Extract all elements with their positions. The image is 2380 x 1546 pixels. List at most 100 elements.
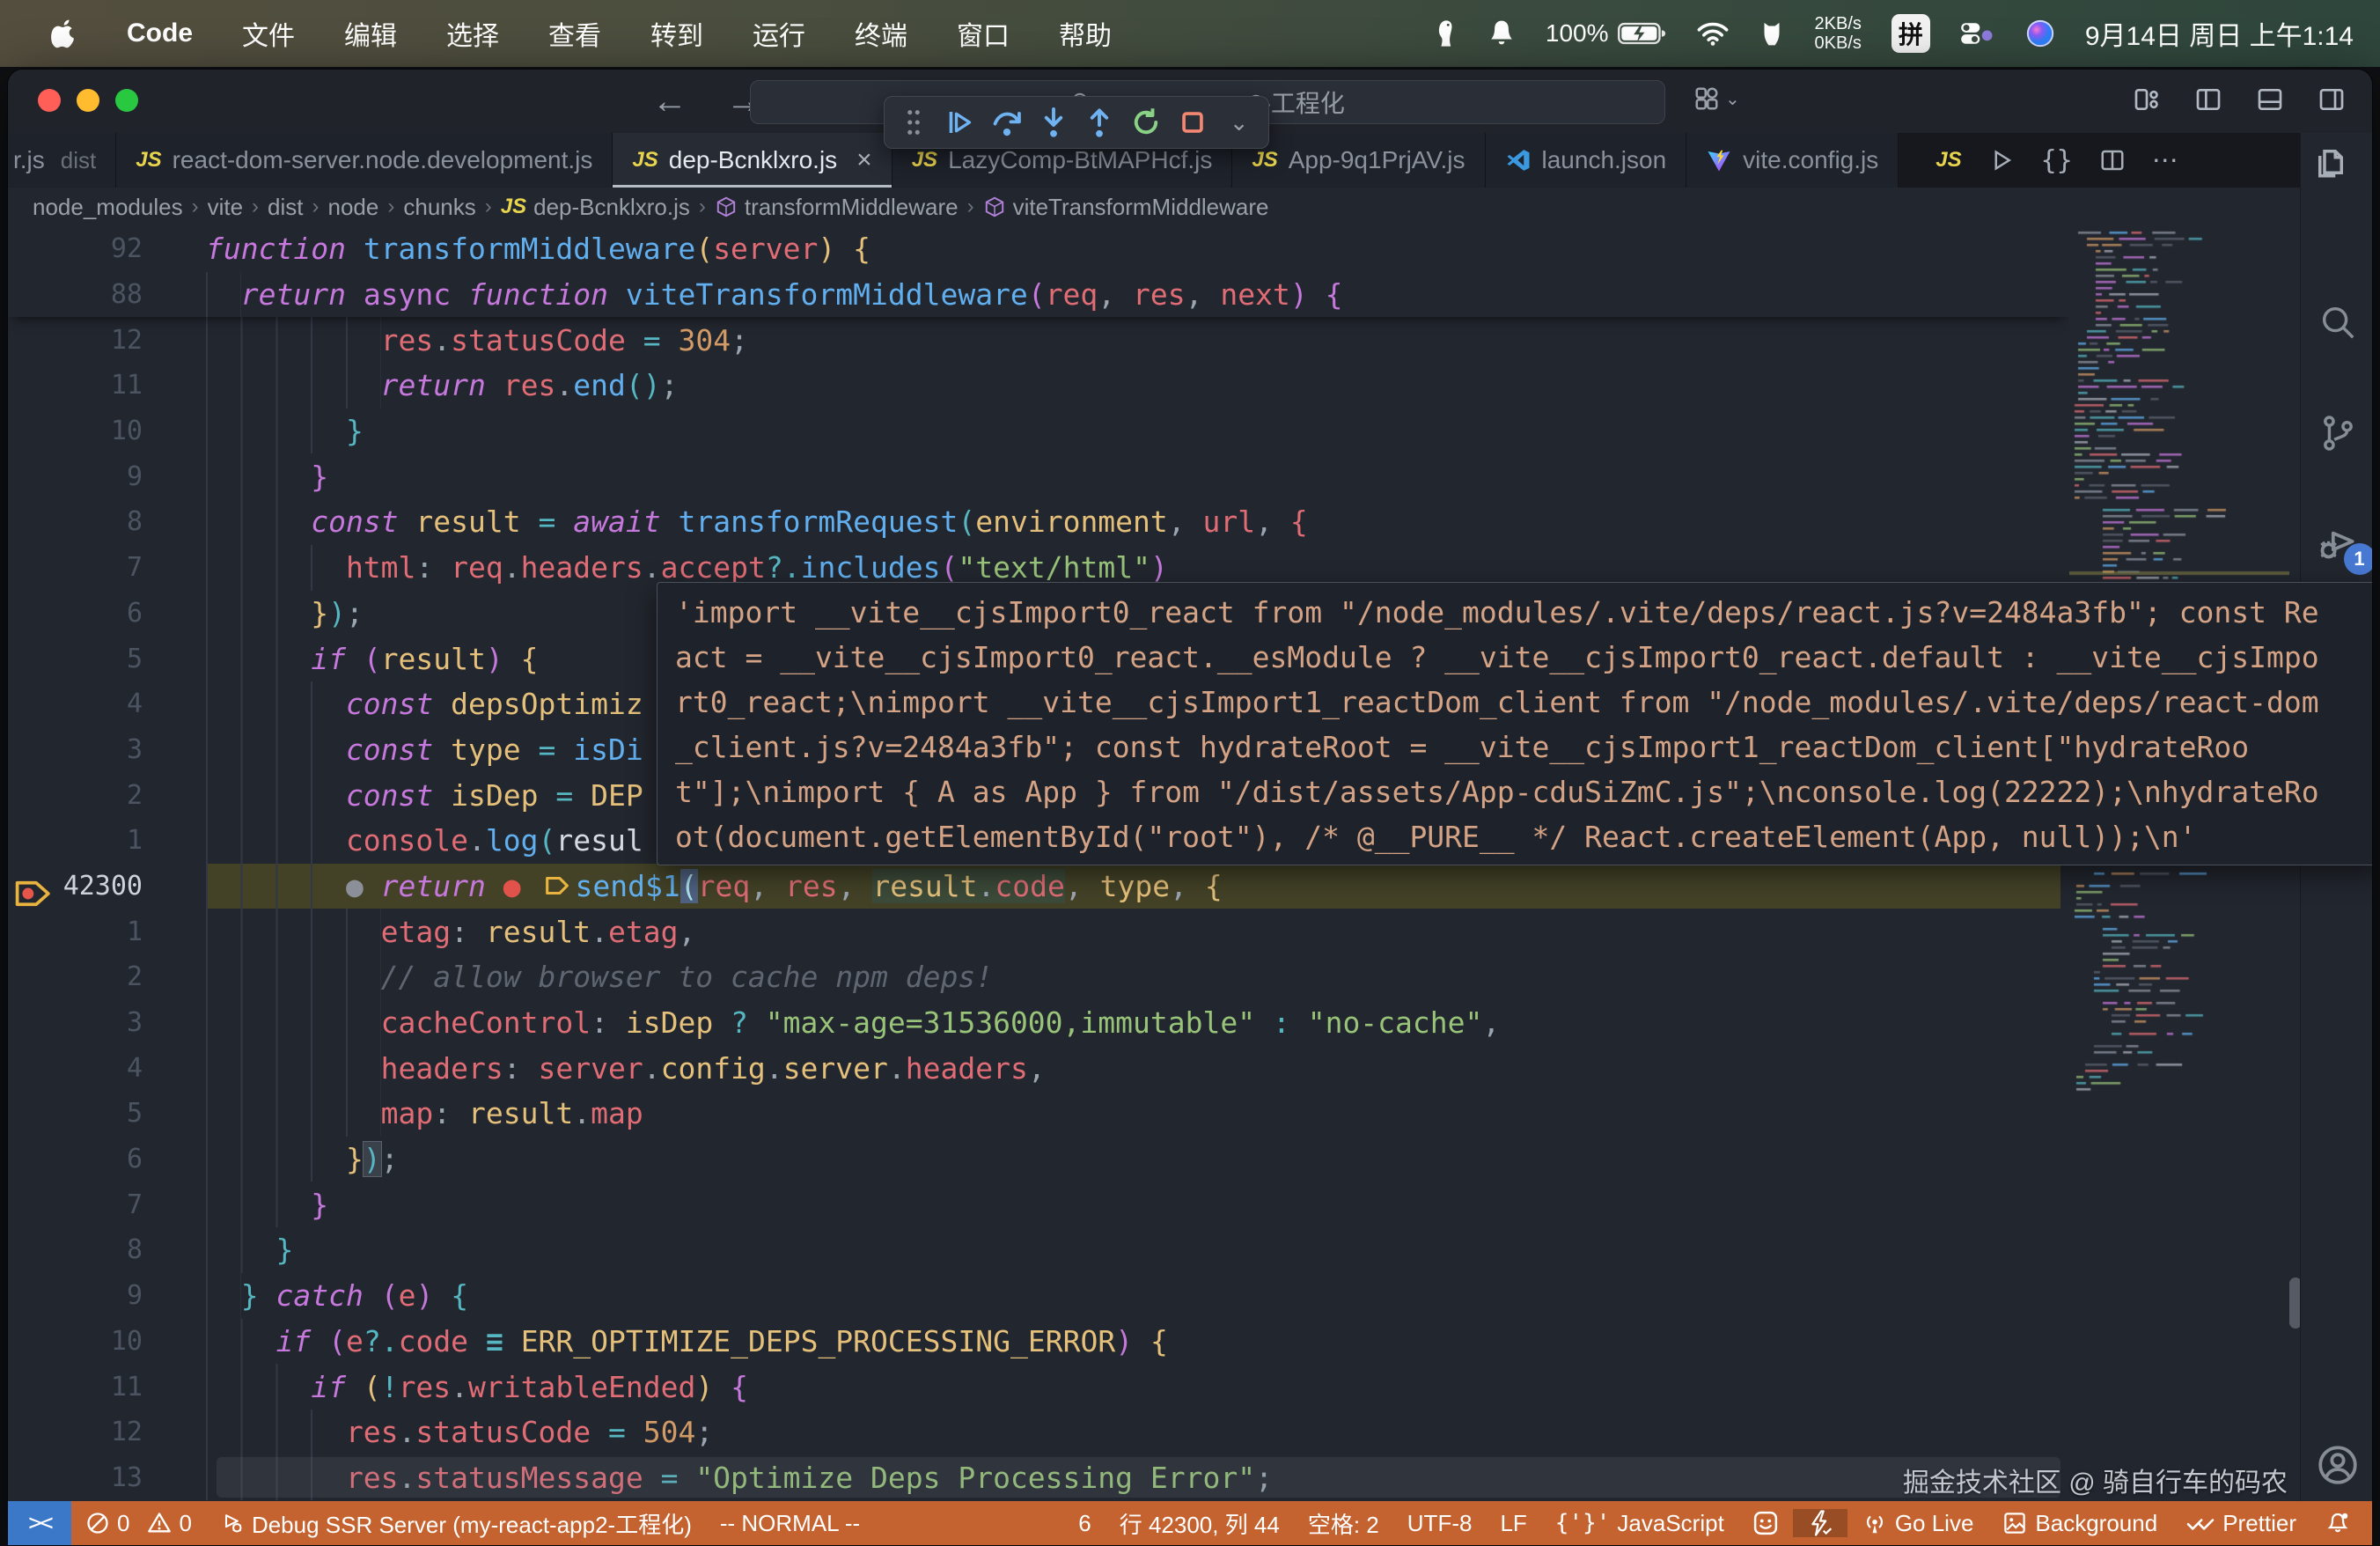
breadcrumb-item-vite[interactable]: vite — [208, 194, 243, 221]
copy-pages-icon[interactable] — [2312, 142, 2349, 182]
code-line[interactable]: 5map: result.map — [8, 1091, 2060, 1137]
remote-indicator[interactable]: >< — [8, 1501, 71, 1545]
cursor-position[interactable]: 行 42300, 列 44 — [1106, 1507, 1294, 1540]
tab-react-dom-server.node.development.js[interactable]: JSreact-dom-server.node.development.js — [116, 133, 613, 188]
line-number[interactable]: 8 — [8, 506, 206, 537]
indentation-indicator[interactable]: 空格: 2 — [1294, 1507, 1393, 1540]
menu-app-name[interactable]: Code — [106, 0, 214, 67]
line-number[interactable]: 12 — [8, 1417, 206, 1447]
siri-icon[interactable] — [2025, 18, 2055, 48]
feedback-smiley[interactable] — [1738, 1510, 1793, 1536]
go-live-status[interactable]: Go Live — [1847, 1510, 1988, 1537]
problems-status[interactable]: 0 0 — [71, 1510, 206, 1537]
wifi-icon[interactable] — [1697, 20, 1729, 47]
toggle-panel-icon[interactable] — [2256, 85, 2284, 114]
background-extension-status[interactable]: Background — [1987, 1510, 2171, 1537]
code-line[interactable]: 11if (!res.writableEnded) { — [8, 1364, 2060, 1410]
drag-handle[interactable] — [895, 101, 933, 144]
line-number[interactable]: 6 — [8, 598, 206, 629]
tab-App-9q1PrjAV.js[interactable]: JSApp-9q1PrjAV.js — [1232, 133, 1485, 188]
line-number[interactable]: 11 — [8, 1372, 206, 1402]
debug-step-into-button[interactable] — [1034, 101, 1072, 144]
eol-indicator[interactable]: LF — [1486, 1510, 1540, 1537]
line-number[interactable]: 2 — [8, 961, 206, 992]
port-indicator[interactable]: 6 — [1064, 1510, 1105, 1537]
code-line[interactable]: 2// allow browser to cache npm deps! — [8, 954, 2060, 1000]
minimize-window-button[interactable] — [77, 89, 99, 112]
control-center-icon[interactable] — [1960, 20, 1995, 47]
line-number[interactable]: 3 — [8, 1007, 206, 1038]
toggle-secondary-sidebar-icon[interactable] — [2318, 85, 2346, 114]
line-number[interactable]: 11 — [8, 370, 206, 401]
breadcrumb-item-viteTransformMiddleware[interactable]: viteTransformMiddleware — [983, 194, 1269, 221]
search-icon[interactable] — [2318, 302, 2358, 342]
line-number[interactable]: 9 — [8, 461, 206, 492]
line-number[interactable]: 5 — [8, 644, 206, 674]
run-debug-icon[interactable]: 1 — [2316, 520, 2360, 564]
line-number[interactable]: 8 — [8, 1234, 206, 1265]
bell-icon[interactable] — [1488, 18, 1516, 48]
menubar-clock[interactable]: 9月14日 周日 上午1:14 — [2085, 14, 2354, 53]
tab-launch.json[interactable]: launch.json — [1486, 133, 1687, 188]
breadcrumb-item-transformMiddleware[interactable]: transformMiddleware — [715, 194, 959, 221]
notifications-bell[interactable] — [2310, 1510, 2365, 1536]
input-method-badge[interactable]: 拼 — [1892, 14, 1930, 53]
debug-continue-button[interactable] — [942, 101, 980, 144]
apple-menu[interactable] — [30, 0, 99, 67]
go-back-button[interactable]: ← — [650, 82, 689, 121]
code-line[interactable]: 9} — [8, 453, 2060, 499]
line-number[interactable]: 42300 — [8, 871, 206, 902]
breadcrumb-item-dist[interactable]: dist — [268, 194, 303, 221]
line-number[interactable]: 12 — [8, 325, 206, 356]
code-line[interactable]: 6}); — [8, 1137, 2060, 1182]
line-number[interactable]: 7 — [8, 1189, 206, 1220]
tab-vite.config.js[interactable]: vite.config.js — [1686, 133, 1899, 188]
thunder-client-status[interactable] — [1793, 1509, 1847, 1537]
toggle-sidebar-icon[interactable] — [2194, 85, 2222, 114]
menu-terminal[interactable]: 终端 — [834, 0, 929, 67]
menu-file[interactable]: 文件 — [221, 0, 316, 67]
play-icon[interactable] — [1988, 147, 2015, 173]
line-number[interactable]: 1 — [8, 825, 206, 856]
code-line[interactable]: 11return res.end(); — [8, 363, 2060, 409]
line-number[interactable]: 1 — [8, 917, 206, 947]
menu-selection[interactable]: 选择 — [425, 0, 520, 67]
menu-run[interactable]: 运行 — [731, 0, 826, 67]
menu-edit[interactable]: 编辑 — [323, 0, 418, 67]
zoom-window-button[interactable] — [115, 89, 138, 112]
line-number[interactable]: 88 — [8, 279, 206, 310]
profile-selector[interactable]: ⌄ — [1693, 85, 1740, 112]
line-number[interactable]: 4 — [8, 688, 206, 719]
tab-r.js[interactable]: r.jsdist — [8, 133, 116, 188]
customize-layout-icon[interactable] — [2133, 85, 2161, 114]
line-number[interactable]: 5 — [8, 1098, 206, 1129]
breadcrumb-item-node[interactable]: node — [328, 194, 379, 221]
line-number[interactable]: 10 — [8, 1326, 206, 1357]
code-line[interactable]: 8const result = await transformRequest(e… — [8, 499, 2060, 545]
source-control-icon[interactable] — [2318, 413, 2358, 453]
code-line[interactable]: 3cacheControl: isDep ? "max-age=31536000… — [8, 1000, 2060, 1046]
code-line[interactable]: 10} — [8, 409, 2060, 454]
code-line[interactable]: 92function transformMiddleware(server) { — [8, 226, 2060, 272]
line-number[interactable]: 7 — [8, 552, 206, 583]
code-line[interactable]: 7} — [8, 1182, 2060, 1227]
menu-view[interactable]: 查看 — [527, 0, 622, 67]
line-number[interactable]: 2 — [8, 780, 206, 811]
debug-restart-button[interactable] — [1128, 101, 1165, 144]
close-window-button[interactable] — [38, 89, 61, 112]
breadcrumb-item-node_modules[interactable]: node_modules — [33, 194, 183, 221]
menu-help[interactable]: 帮助 — [1038, 0, 1133, 67]
line-number[interactable]: 6 — [8, 1144, 206, 1174]
breadcrumb-item-dep-Bcnklxro.js[interactable]: JSdep-Bcnklxro.js — [501, 194, 690, 221]
code-line[interactable]: 12res.statusCode = 504; — [8, 1410, 2060, 1455]
code-line[interactable]: 4headers: server.config.server.headers, — [8, 1045, 2060, 1091]
current-execution-line[interactable]: 42300● return ● send$1(req, res, result.… — [8, 864, 2060, 909]
line-number[interactable]: 10 — [8, 416, 206, 446]
close-tab-icon[interactable]: × — [856, 145, 872, 175]
prettier-status[interactable]: Prettier — [2171, 1510, 2310, 1537]
debug-more-button[interactable]: ⌄ — [1220, 101, 1258, 144]
debug-step-over-button[interactable] — [988, 101, 1026, 144]
code-line[interactable]: 1etag: result.etag, — [8, 909, 2060, 954]
code-line[interactable]: 9} catch (e) { — [8, 1273, 2060, 1319]
debug-stop-button[interactable] — [1174, 101, 1212, 144]
